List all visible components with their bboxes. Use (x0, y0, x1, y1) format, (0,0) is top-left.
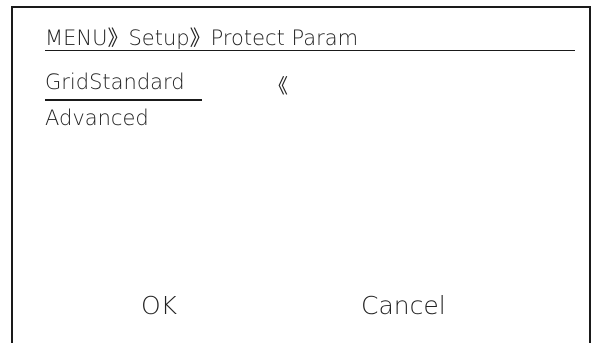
ok-button[interactable]: OK (141, 291, 177, 320)
selection-underline (45, 99, 202, 101)
cancel-button[interactable]: Cancel (361, 291, 446, 320)
breadcrumb: MENU》Setup》Protect Param (45, 26, 359, 50)
selection-cursor-icon: 《 (268, 74, 288, 98)
menu-item-grid-standard[interactable]: GridStandard (45, 70, 185, 94)
menu-item-advanced[interactable]: Advanced (45, 106, 149, 130)
lcd-screen: MENU》Setup》Protect Param GridStandard 《 … (11, 6, 591, 343)
title-divider (45, 50, 575, 51)
